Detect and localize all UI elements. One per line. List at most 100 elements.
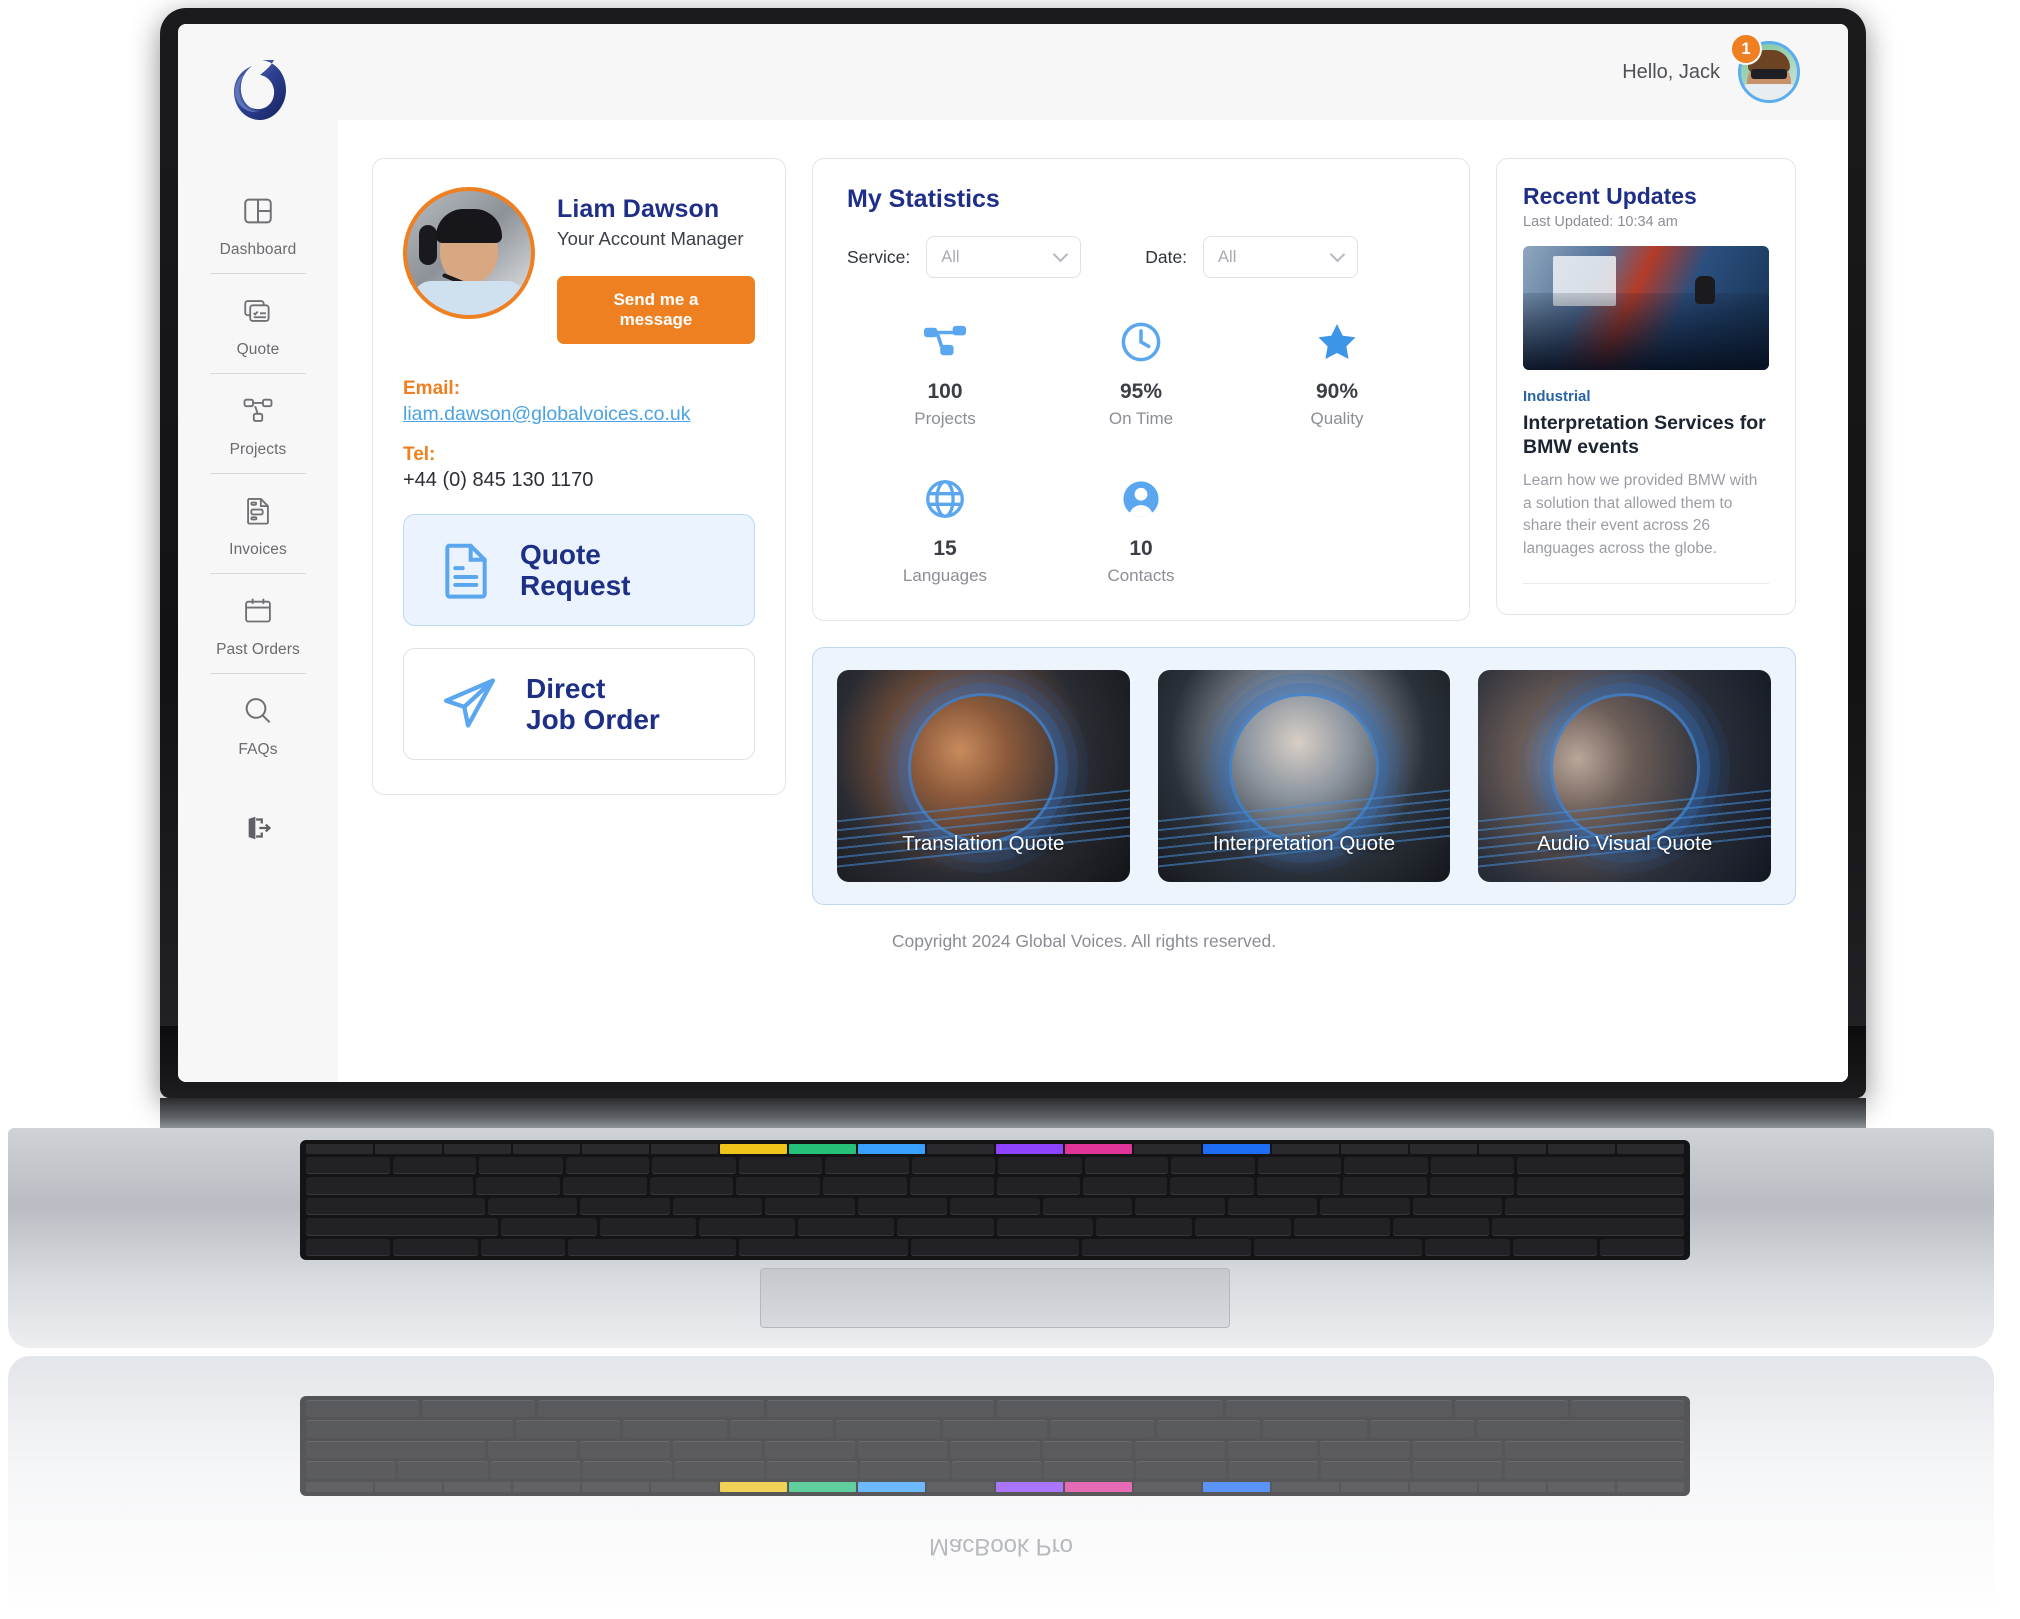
stat-grid-spacer [1239,471,1435,586]
account-manager-info: Liam Dawson Your Account Manager Send me… [557,187,755,344]
chevron-down-icon [1052,246,1069,263]
interpretation-quote-card[interactable]: Interpretation Quote [1157,670,1451,882]
sidebar-item-faqs[interactable]: FAQs [178,674,338,773]
stat-value: 100 [927,380,963,403]
stat-caption: On Time [1108,409,1174,428]
stat-contacts: 10 Contacts [1043,471,1239,586]
laptop-hinge [160,1098,1866,1132]
nodes-icon [922,314,968,364]
user-icon [1119,471,1163,521]
quote-request-button[interactable]: Quote Request [403,514,755,626]
paper-plane-icon [438,673,500,735]
greeting-text: Hello, Jack [1622,60,1720,83]
sidebar-item-quote[interactable]: Quote [178,274,338,373]
calendar-icon [237,590,279,632]
direct-job-order-label: Direct Job Order [526,672,660,735]
laptop-mockup-scene: MacBook Pro [0,0,2020,1619]
sidebar-item-dashboard[interactable]: Dashboard [178,174,338,273]
stat-caption: Contacts [1107,566,1175,585]
statistics-title: My Statistics [847,185,1000,213]
sidebar-item-invoices[interactable]: Invoices [178,474,338,573]
date-filter-select[interactable]: All [1203,236,1359,278]
sidebar-item-projects[interactable]: Projects [178,374,338,473]
keyboard-row [306,1177,1684,1195]
photo-shirt [413,281,525,315]
crowd-overlay [1523,293,1769,370]
invoice-document-icon [237,490,279,532]
avatar-sunglasses [1751,69,1787,79]
star-icon [1314,314,1360,364]
magnifier-icon [237,690,279,732]
service-filter-select[interactable]: All [926,236,1082,278]
keyboard-row [306,1238,1684,1257]
stat-value: 90% [1315,380,1359,403]
direct-job-order-button[interactable]: Direct Job Order [403,648,755,760]
quote-card-label: Interpretation Quote [1212,832,1396,855]
dashboard-content: Liam Dawson Your Account Manager Send me… [338,120,1848,1082]
keyboard-row [306,1157,1684,1175]
quote-cards-strip: Translation Quote Interpretation Quote A… [812,647,1796,905]
quote-cards-icon [237,290,279,332]
account-manager-role: Your Account Manager [557,228,744,249]
sidebar-item-past-orders[interactable]: Past Orders [178,574,338,673]
photo-hair [436,209,502,243]
sidebar-item-label: Invoices [229,541,287,558]
account-manager-header: Liam Dawson Your Account Manager Send me… [403,187,755,344]
keyboard [300,1140,1690,1260]
footer-copyright: Copyright 2024 Global Voices. All rights… [891,931,1277,951]
logout-button[interactable] [178,773,338,849]
trackpad[interactable] [760,1268,1230,1328]
main-area: Hello, Jack 1 Liam Dawson Your Account M… [338,24,1848,1082]
sidebar-item-label: FAQs [238,741,278,758]
quote-card-label: Audio Visual Quote [1537,832,1713,855]
update-headline[interactable]: Interpretation Services for BMW events [1523,412,1769,460]
dashboard-app: Dashboard Quote Projects Invoices Past O… [178,24,1848,1082]
account-manager-photo [403,187,535,319]
stat-caption: Quality [1310,409,1364,428]
stat-value: 95% [1119,380,1163,403]
audio-visual-quote-card[interactable]: Audio Visual Quote [1478,670,1772,882]
keyboard-row [306,1218,1685,1236]
last-updated-text: Last Updated: 10:34 am [1523,214,1678,230]
global-voices-logo[interactable] [222,54,294,126]
document-lines-icon [438,539,494,601]
service-filter-value: All [941,247,960,266]
statistics-filters: Service: All Date: All [847,236,1435,278]
quote-request-label: Quote Request [520,538,631,601]
sidebar-item-label: Projects [229,441,287,458]
chevron-down-icon [1329,246,1346,263]
touch-bar[interactable] [306,1144,1684,1154]
translation-quote-card[interactable]: Translation Quote [837,670,1130,882]
account-manager-name: Liam Dawson [557,195,720,223]
app-screen: Dashboard Quote Projects Invoices Past O… [178,24,1848,1082]
contact-details: Email: liam.dawson@globalvoices.co.uk Te… [403,378,755,492]
email-link[interactable]: liam.dawson@globalvoices.co.uk [403,403,755,426]
stat-caption: Languages [902,566,988,585]
stat-caption: Projects [914,409,976,428]
tel-value: +44 (0) 845 130 1170 [403,469,594,491]
send-message-button[interactable]: Send me a message [557,276,755,344]
dashboard-icon [237,190,279,232]
user-avatar-wrap[interactable]: 1 [1730,33,1800,103]
conference-crowd-image [1523,246,1769,370]
sidebar-item-label: Past Orders [216,641,300,658]
date-filter-label: Date: [1145,246,1188,267]
stat-projects: 100 Projects [847,314,1043,429]
stat-value: 10 [1129,537,1153,560]
recent-updates-card: Recent Updates Last Updated: 10:34 am In… [1496,158,1796,616]
stat-quality: 90% Quality [1239,314,1435,429]
email-label: Email: [403,378,461,399]
stat-value: 15 [933,537,957,560]
stats-and-updates-row: My Statistics Service: All Date: All 100… [812,158,1796,621]
notification-badge[interactable]: 1 [1730,33,1762,65]
top-row: Liam Dawson Your Account Manager Send me… [372,158,1796,905]
statistics-grid: 100 Projects 95% On Time 90% Quality 15 … [847,314,1435,586]
reflected-brand-label: MacBook Pro [928,1533,1074,1560]
globe-icon [923,471,967,521]
reflected-keyboard [300,1396,1690,1496]
sidebar-nav: Dashboard Quote Projects Invoices Past O… [178,174,338,849]
right-column: My Statistics Service: All Date: All 100… [812,158,1796,905]
sidebar-item-label: Dashboard [219,241,297,258]
update-divider [1523,583,1769,585]
service-filter-label: Service: [847,246,911,267]
